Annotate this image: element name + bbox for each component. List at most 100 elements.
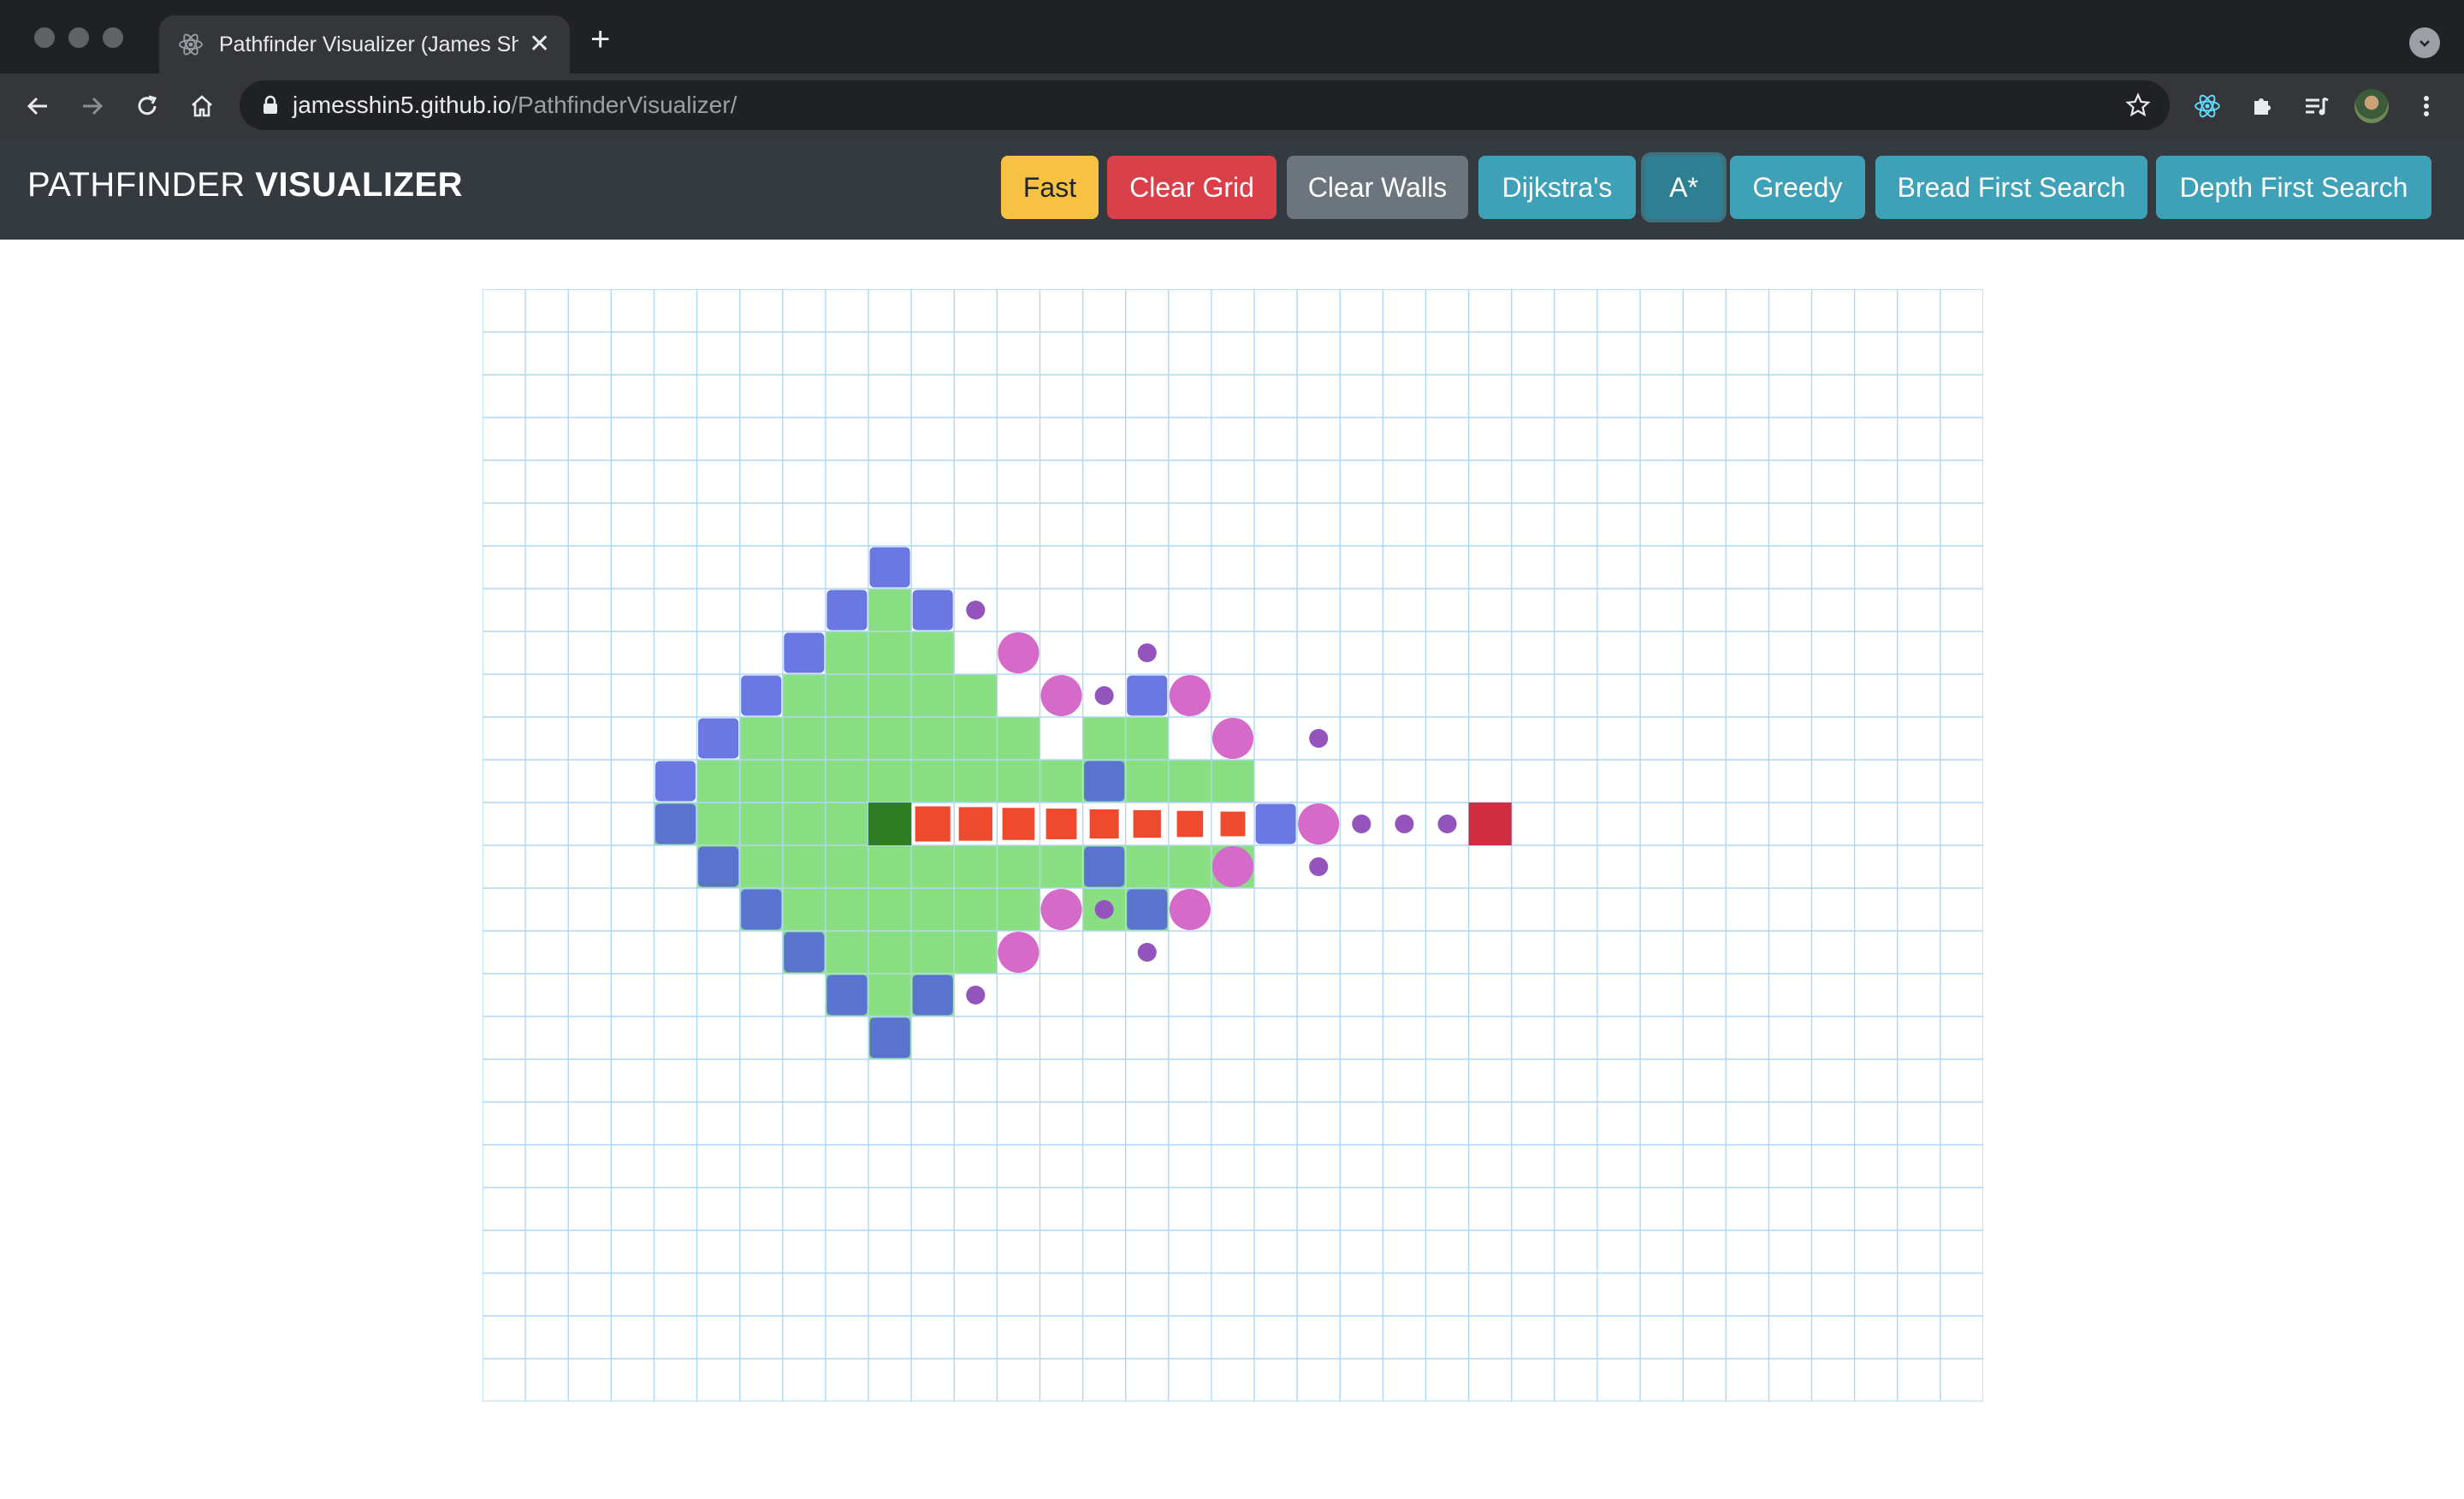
forward-button[interactable] [67,74,118,139]
clear-grid-button[interactable]: Clear Grid [1107,156,1276,219]
open-node-small [1395,814,1414,834]
astar-button[interactable]: A* [1644,156,1723,219]
visited-node [997,888,1040,931]
greedy-button[interactable]: Greedy [1730,156,1865,219]
frontier-node [869,547,910,588]
visited-node [911,845,955,888]
open-node-small [1309,728,1329,749]
frontier-node [1084,846,1125,887]
start-node [868,803,912,845]
visited-node [954,931,998,974]
visited-node [825,931,869,974]
visited-node [868,631,912,674]
visited-node [782,803,826,845]
open-node-small [1137,942,1157,963]
react-icon [178,32,204,57]
visited-node [825,674,869,717]
visited-node [739,760,783,803]
visited-node [782,760,826,803]
chrome-menu-button[interactable] [2401,74,2452,139]
visited-node [1168,845,1211,888]
open-node [1040,888,1082,931]
tab-search-button[interactable] [2409,27,2440,58]
react-devtools-extension-button[interactable] [2182,74,2233,139]
frontier-node [1127,675,1168,716]
target-node [1468,803,1512,845]
visited-node [997,717,1040,760]
lock-icon [262,95,279,116]
visited-node [825,631,869,674]
react-icon [2194,94,2220,118]
frontier-node [1084,761,1125,802]
dijkstra-button[interactable]: Dijkstra's [1478,156,1636,219]
visited-node [997,760,1040,803]
visited-node [868,589,912,631]
visited-node [868,974,912,1016]
open-node [1169,674,1211,717]
open-node [998,931,1040,974]
visited-node [868,888,912,931]
visited-node [997,845,1040,888]
bookmark-star-icon[interactable] [2125,92,2151,118]
reload-button[interactable] [121,74,173,139]
open-node [1040,674,1082,717]
visited-node [954,888,998,931]
profile-button[interactable] [2346,74,2397,139]
visited-node [1082,717,1126,760]
open-node [1169,888,1211,931]
visited-node [868,845,912,888]
url-host: jamesshin5.github.io [293,92,512,118]
brand-title: PATHFINDER VISUALIZER [27,166,463,204]
path-node [915,806,951,842]
media-controls-button[interactable] [2291,74,2343,139]
maximize-window-button[interactable] [103,27,123,48]
visited-node [782,717,826,760]
visited-node [739,717,783,760]
address-bar[interactable]: jamesshin5.github.io/PathfinderVisualize… [240,80,2170,130]
app-navbar: PATHFINDER VISUALIZER Fast Clear Grid Cl… [0,139,2464,240]
speed-button[interactable]: Fast [1001,156,1099,219]
bfs-button[interactable]: Bread First Search [1875,156,2147,219]
visited-node [1040,760,1083,803]
visited-node [1168,760,1211,803]
home-button[interactable] [176,74,228,139]
minimize-window-button[interactable] [68,27,89,48]
visited-node [782,888,826,931]
clear-walls-button[interactable]: Clear Walls [1287,156,1468,219]
url-path: /PathfinderVisualizer/ [511,92,737,118]
visited-node [954,717,998,760]
reload-icon [138,95,157,116]
frontier-node [784,632,825,673]
browser-tab-bar: Pathfinder Visualizer (James Shin) ✕ + [0,0,2464,74]
frontier-node [654,803,696,844]
frontier-node [1127,889,1168,930]
back-button[interactable] [12,74,63,139]
extensions-button[interactable] [2236,74,2288,139]
visited-node [782,845,826,888]
visited-node [954,760,998,803]
open-node-small [1437,814,1457,834]
puzzle-icon [2254,98,2271,115]
dfs-button[interactable]: Depth First Search [2156,156,2431,219]
close-tab-icon[interactable]: ✕ [529,32,550,57]
frontier-node [741,889,782,930]
path-node [1220,811,1246,837]
open-node [1211,845,1254,888]
visited-node [739,845,783,888]
browser-tab[interactable]: Pathfinder Visualizer (James Shin) ✕ [159,15,570,74]
path-node [1089,809,1119,839]
more-vertical-icon [2424,96,2429,116]
frontier-node [654,761,696,802]
visited-node [954,845,998,888]
new-tab-button[interactable]: + [590,22,610,56]
path-node [1045,809,1077,839]
open-node-small [1352,814,1371,834]
home-icon [192,95,212,117]
visited-node [1125,760,1169,803]
pathfinding-grid[interactable] [483,289,1983,1401]
visited-node [911,888,955,931]
visited-node [911,674,955,717]
url-text: jamesshin5.github.io/PathfinderVisualize… [293,92,737,119]
close-window-button[interactable] [34,27,55,48]
visited-node [825,760,869,803]
